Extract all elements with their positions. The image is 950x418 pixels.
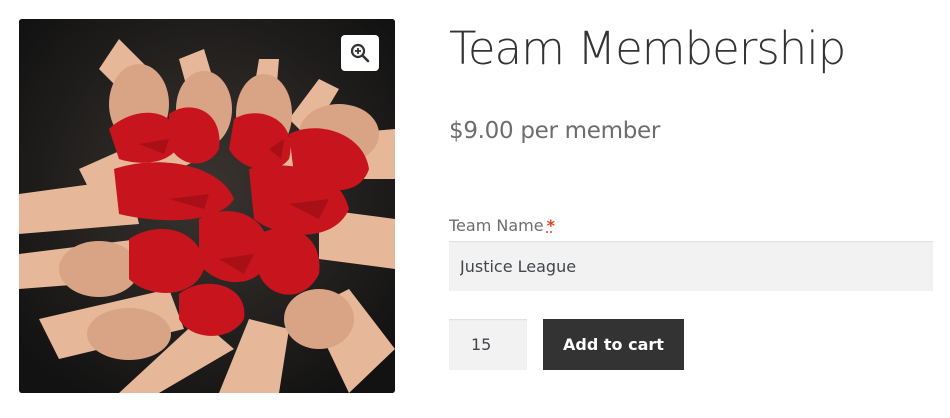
product-price: $9.00 per member bbox=[449, 118, 661, 144]
zoom-in-icon bbox=[350, 43, 370, 63]
quantity-input[interactable] bbox=[449, 319, 527, 370]
product-image[interactable] bbox=[19, 19, 395, 393]
team-name-label: Team Name * bbox=[449, 216, 555, 235]
painted-hands-photo bbox=[19, 19, 395, 393]
zoom-button[interactable] bbox=[341, 35, 379, 71]
product-title: Team Membership bbox=[449, 22, 846, 75]
team-name-input[interactable] bbox=[449, 241, 933, 291]
required-marker: * bbox=[546, 216, 555, 235]
add-to-cart-button[interactable]: Add to cart bbox=[543, 319, 684, 370]
team-name-label-text: Team Name bbox=[449, 216, 544, 235]
